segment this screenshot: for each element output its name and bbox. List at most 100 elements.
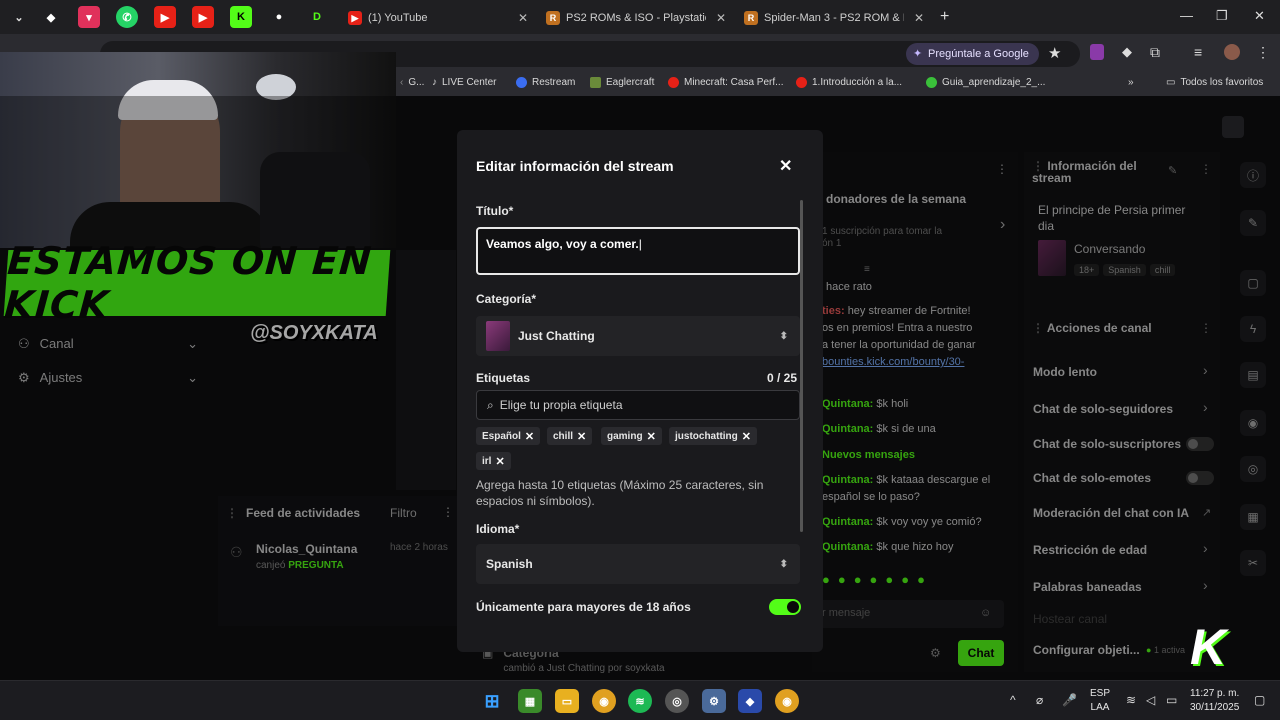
youtube-icon [796,77,807,88]
bookmark-introduccion[interactable]: 1.Introducción a la... [796,77,902,88]
new-tab-icon[interactable]: + [940,8,949,26]
bookmark-star-icon[interactable]: ★ [1048,44,1061,62]
chrome-active-icon[interactable]: ◉ [775,689,799,713]
window-close-icon[interactable]: ✕ [1254,8,1265,24]
all-bookmarks-folder[interactable]: ▭ Todos los favoritos [1166,77,1263,88]
tab-youtube[interactable]: ▶ (1) YouTube ✕ [340,4,536,32]
tab-label: Spider-Man 3 - PS2 ROM & ISO [764,12,904,24]
pinned-tab-d-icon[interactable]: D [306,6,328,28]
wifi-icon[interactable]: ≋ [1126,693,1136,707]
tray-network-off-icon[interactable]: ⌀ [1036,693,1043,707]
gemini-icon: ✦ [913,48,923,60]
bookmark-restream[interactable]: Restream [516,77,575,88]
search-icon: ⌕ [487,397,494,412]
ask-google-label: Pregúntale a Google [928,48,1029,60]
modal-scrollbar[interactable] [800,200,803,532]
more-bookmarks-icon[interactable]: » [1128,77,1134,88]
category-select[interactable]: Just Chatting ⬍ [476,316,800,356]
browser-menu-icon[interactable]: ⋮ [1256,44,1270,61]
tag-chip: gaming ✕ [601,427,662,445]
minimize-icon[interactable]: — [1180,8,1193,23]
close-icon[interactable]: ✕ [716,11,726,25]
ask-google-button[interactable]: ✦ Pregúntale a Google [906,43,1039,65]
youtube-icon: ▶ [348,11,362,25]
settings-gear-icon[interactable]: ⚙ [702,689,726,713]
folder-icon: ▭ [1166,77,1176,88]
obs-icon[interactable]: ◎ [665,689,689,713]
romsite-icon: R [744,11,758,25]
adult-only-label: Únicamente para mayores de 18 años [476,600,691,614]
tray-chevron-up-icon[interactable]: ^ [1010,693,1016,707]
edit-stream-modal: Editar información del stream ✕ Título* … [457,130,823,652]
tiktok-icon: ♪ [432,77,437,88]
remove-tag-icon[interactable]: ✕ [742,430,751,443]
pinned-tab-kick-icon[interactable]: K [230,6,252,28]
tags-counter: 0 / 25 [767,371,798,385]
remove-tag-icon[interactable]: ✕ [495,455,504,468]
notifications-icon[interactable]: ▢ [1254,693,1265,707]
media-queue-icon[interactable]: ≡ [1194,44,1202,60]
minecraft-icon[interactable]: ▦ [518,689,542,713]
chevron-left-icon: ‹ [400,77,404,88]
category-value: Just Chatting [518,329,595,343]
tag-search-input[interactable]: ⌕ Elige tu propia etiqueta [476,390,800,420]
close-icon[interactable]: ✕ [518,11,528,25]
extension-shield-icon[interactable] [1090,44,1104,60]
tag-placeholder: Elige tu propia etiqueta [499,398,623,412]
romsite-icon: R [546,11,560,25]
system-clock[interactable]: 11:27 p. m. 30/11/2025 [1190,687,1239,715]
volume-icon[interactable]: ◁ [1146,693,1155,707]
pinned-tab-youtube2-icon[interactable]: ▶ [192,6,214,28]
app-diamond-icon[interactable]: ◆ [738,689,762,713]
battery-icon[interactable]: ▭ [1166,693,1177,707]
bookmark-live-center[interactable]: ♪ LIVE Center [432,77,496,88]
youtube-icon [668,77,679,88]
tab-ps2-roms[interactable]: R PS2 ROMs & ISO - Playstation 2 ✕ [538,4,734,32]
tags-label: Etiquetas [476,371,531,385]
tag-chip: irl ✕ [476,452,511,470]
input-language[interactable]: ESP LAA [1090,687,1110,715]
drive-icon [926,77,937,88]
tray-mic-icon[interactable]: 🎤 [1062,693,1077,707]
windows-taskbar: ⊞ ▦ ▭ ◉ ≋ ◎ ⚙ ◆ ◉ ^ ⌀ 🎤 ESP LAA ≋ ◁ ▭ 11:… [0,680,1280,720]
tab-label: PS2 ROMs & ISO - Playstation 2 [566,12,706,24]
extensions-puzzle-icon[interactable]: ⧉ [1150,44,1160,61]
adult-only-toggle[interactable] [769,599,801,615]
remove-tag-icon[interactable]: ✕ [525,430,534,443]
pinned-tab-youtube-icon[interactable]: ▶ [154,6,176,28]
language-value: Spanish [486,557,533,571]
eaglercraft-icon [590,77,601,88]
pinned-tab-diamond-icon[interactable]: ◆ [40,6,62,28]
remove-tag-icon[interactable]: ✕ [647,430,656,443]
pinned-tab-whatsapp-icon[interactable]: ✆ [116,6,138,28]
extension-diamond-icon[interactable]: ◆ [1122,44,1132,60]
kick-logo-watermark: K [1190,619,1227,675]
pinned-tab-chat-icon[interactable]: ● [268,6,290,28]
bookmark-item[interactable]: ‹ G... [400,77,424,88]
remove-tag-icon[interactable]: ✕ [577,430,586,443]
maximize-icon[interactable]: ❐ [1216,8,1228,24]
close-icon[interactable]: ✕ [914,11,924,25]
bookmark-minecraft[interactable]: Minecraft: Casa Perf... [668,77,783,88]
pinned-tab-red-icon[interactable]: ▾ [78,6,100,28]
language-select[interactable]: Spanish ⬍ [476,544,800,584]
spotify-icon[interactable]: ≋ [628,689,652,713]
profile-avatar[interactable] [1224,44,1240,60]
browser-tab-bar: ⌄ ◆ ▾ ✆ ▶ ▶ K ● D ▶ (1) YouTube ✕ R PS2 … [0,0,1280,34]
category-label: Categoría* [476,292,537,306]
bookmark-eaglercraft[interactable]: Eaglercraft [590,77,654,88]
title-input[interactable]: Veamos algo, voy a comer.| [476,227,800,275]
windows-start-icon[interactable]: ⊞ [480,689,504,713]
tab-label: (1) YouTube [368,12,428,24]
sort-arrows-icon: ⬍ [779,330,788,342]
language-label: Idioma* [476,522,520,536]
file-explorer-icon[interactable]: ▭ [555,689,579,713]
title-label: Título* [476,204,514,218]
bookmark-guia[interactable]: Guia_aprendizaje_2_... [926,77,1045,88]
restream-icon [516,77,527,88]
close-icon[interactable]: ✕ [779,156,792,176]
chrome-icon[interactable]: ◉ [592,689,616,713]
tab-spiderman[interactable]: R Spider-Man 3 - PS2 ROM & ISO ✕ [736,4,932,32]
tab-search-icon[interactable]: ⌄ [8,6,30,28]
tag-chip: Español ✕ [476,427,541,445]
